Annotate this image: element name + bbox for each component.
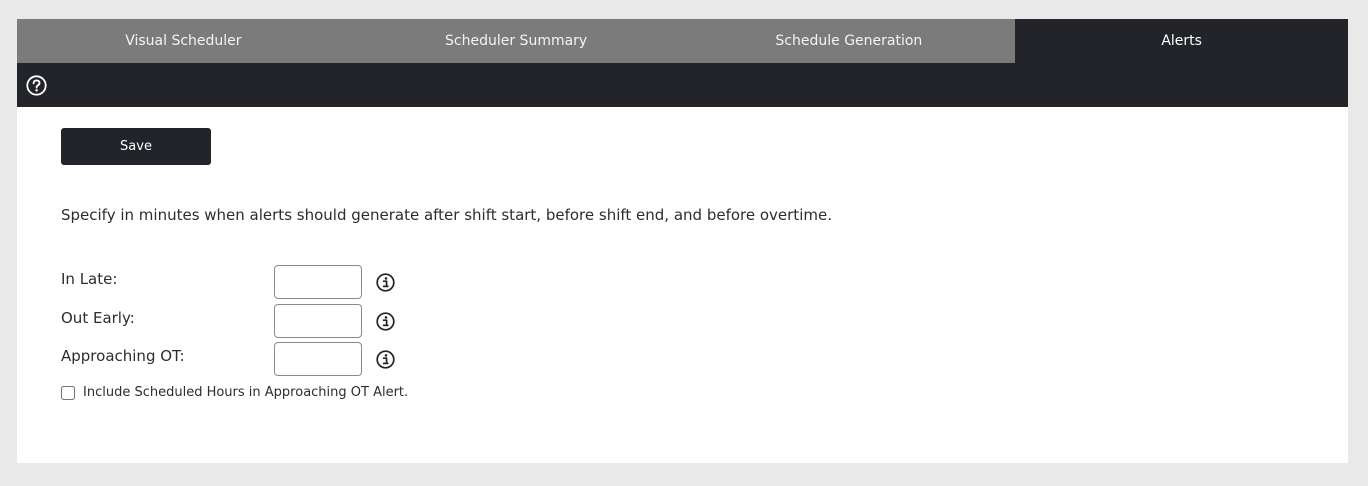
tab-scheduler-summary[interactable]: Scheduler Summary xyxy=(350,19,683,63)
in-late-label: In Late: xyxy=(61,270,118,288)
include-scheduled-checkbox[interactable] xyxy=(61,385,75,400)
include-scheduled-label: Include Scheduled Hours in Approaching O… xyxy=(83,385,409,400)
in-late-row: In Late: xyxy=(61,265,461,299)
alerts-panel: Visual Scheduler Scheduler Summary Sched… xyxy=(17,19,1348,463)
out-early-label: Out Early: xyxy=(61,309,135,327)
approaching-ot-label: Approaching OT: xyxy=(61,347,185,365)
toolbar xyxy=(17,63,1348,107)
tab-alerts[interactable]: Alerts xyxy=(1015,19,1348,63)
question-circle-icon[interactable] xyxy=(26,74,47,96)
instructions-text: Specify in minutes when alerts should ge… xyxy=(61,206,832,224)
out-early-row: Out Early: xyxy=(61,304,461,338)
approaching-ot-input[interactable] xyxy=(274,342,362,376)
info-icon[interactable] xyxy=(376,273,395,292)
tab-visual-scheduler[interactable]: Visual Scheduler xyxy=(17,19,350,63)
tab-schedule-generation[interactable]: Schedule Generation xyxy=(683,19,1016,63)
info-icon[interactable] xyxy=(376,350,395,369)
tab-bar: Visual Scheduler Scheduler Summary Sched… xyxy=(17,19,1348,63)
out-early-input[interactable] xyxy=(274,304,362,338)
save-button[interactable]: Save xyxy=(61,128,211,165)
approaching-ot-row: Approaching OT: xyxy=(61,342,461,376)
info-icon[interactable] xyxy=(376,312,395,331)
alerts-content: Save Specify in minutes when alerts shou… xyxy=(17,107,1348,463)
in-late-input[interactable] xyxy=(274,265,362,299)
include-scheduled-option[interactable]: Include Scheduled Hours in Approaching O… xyxy=(61,385,408,400)
